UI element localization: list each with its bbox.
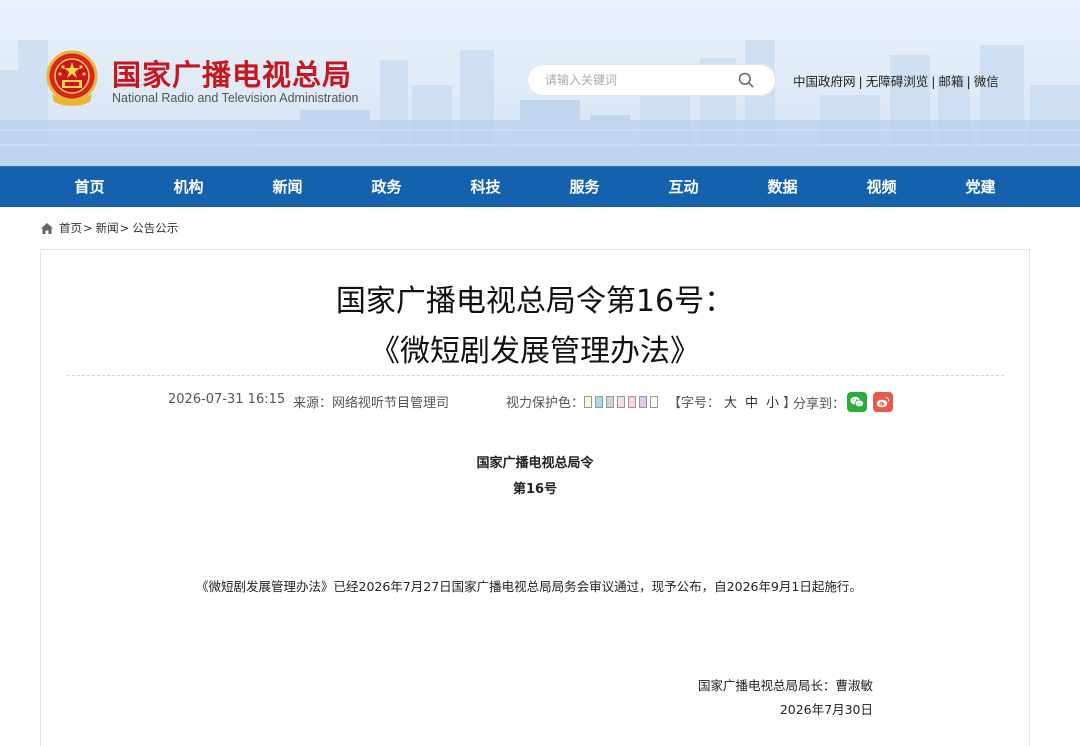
breadcrumb-news[interactable]: 新闻 [96,220,119,236]
share-controls: 分享到： [793,392,894,412]
link-separator: | [858,74,863,89]
link-separator: | [966,74,971,89]
decree-body: 《微短剧发展管理办法》已经2026年7月27日国家广播电视总局局务会审议通过，现… [196,579,862,594]
search-box [527,64,776,96]
article-title-line-2: 《微短剧发展管理办法》 [370,334,700,369]
link-accessibility[interactable]: 无障碍浏览 [866,74,929,89]
wechat-icon [850,396,865,408]
vision-color-swatch-purple[interactable] [639,395,648,408]
nav-item-news[interactable]: 新闻 [238,167,337,208]
vision-protection-colors: 视力保护色： [506,392,661,411]
breadcrumb-separator: > [83,221,93,235]
article-panel: 国家广播电视总局令第16号： 《微短剧发展管理办法》 2026-07-31 16… [40,249,1030,746]
link-gov-portal[interactable]: 中国政府网 [793,74,856,89]
nav-item-data[interactable]: 数据 [733,167,832,208]
article-title-line-1: 国家广播电视总局令第16号： [335,284,735,319]
decree-number: 第16号 [512,482,558,497]
breadcrumb-separator: > [119,221,130,235]
link-wechat[interactable]: 微信 [974,74,999,89]
vision-color-swatch-white[interactable] [650,395,659,408]
decree-date: 2026年7月30日 [779,702,873,717]
share-wechat-button[interactable] [847,392,868,412]
font-size-small[interactable]: 小 [766,392,779,411]
share-weibo-button[interactable] [873,392,894,412]
nav-item-video[interactable]: 视频 [832,167,931,208]
article-source: 来源：网络视听节目管理司 [293,396,450,411]
nav-item-services[interactable]: 服务 [535,167,634,208]
nav-item-government[interactable]: 政务 [337,167,436,208]
publish-date: 2026-07-31 16:15 [168,392,286,407]
site-title[interactable]: 国家广播电视总局 [112,52,352,94]
nav-item-home[interactable]: 首页 [40,167,139,208]
search-icon[interactable] [738,72,754,88]
link-mailbox[interactable]: 邮箱 [938,74,963,89]
title-divider [67,375,1004,376]
weibo-icon [876,396,890,408]
nav-item-interaction[interactable]: 互动 [634,167,733,208]
vision-protection-label: 视力保护色： [506,396,585,411]
breadcrumb-home[interactable]: 首页 [59,220,82,236]
share-label: 分享到： [793,396,846,412]
home-icon [41,222,53,234]
site-header: 国家广播电视总局 National Radio and Television A… [0,0,1080,166]
main-nav: 首页 机构 新闻 政务 科技 服务 互动 数据 视频 党建 [0,166,1080,207]
decree-signer: 国家广播电视总局局长：曹淑敏 [697,678,873,693]
breadcrumb-announcements[interactable]: 公告公示 [132,220,178,236]
breadcrumb: 首页 > 新闻 > 公告公示 [40,220,178,236]
vision-color-swatch-rose[interactable] [617,395,626,408]
font-size-controls: 【字号： 大 中 小 】 [668,392,796,411]
vision-color-swatch-gray[interactable] [606,395,615,408]
site-subtitle: National Radio and Television Administra… [112,91,359,105]
search-input[interactable] [545,70,735,90]
link-separator: | [931,74,936,89]
nav-item-agencies[interactable]: 机构 [139,167,238,208]
nav-item-technology[interactable]: 科技 [436,167,535,208]
nav-item-party[interactable]: 党建 [931,167,1030,208]
decree-heading: 国家广播电视总局令 [476,456,594,471]
font-size-label: 【字号： [668,396,721,411]
vision-color-swatch-yellow[interactable] [584,395,593,408]
national-emblem-icon [46,50,98,106]
top-links: 中国政府网 | 无障碍浏览 | 邮箱 | 微信 [793,71,999,90]
vision-color-swatch-blue[interactable] [595,395,604,408]
font-size-medium[interactable]: 中 [745,392,758,411]
font-size-large[interactable]: 大 [724,392,737,411]
vision-color-swatch-pink[interactable] [628,395,637,408]
